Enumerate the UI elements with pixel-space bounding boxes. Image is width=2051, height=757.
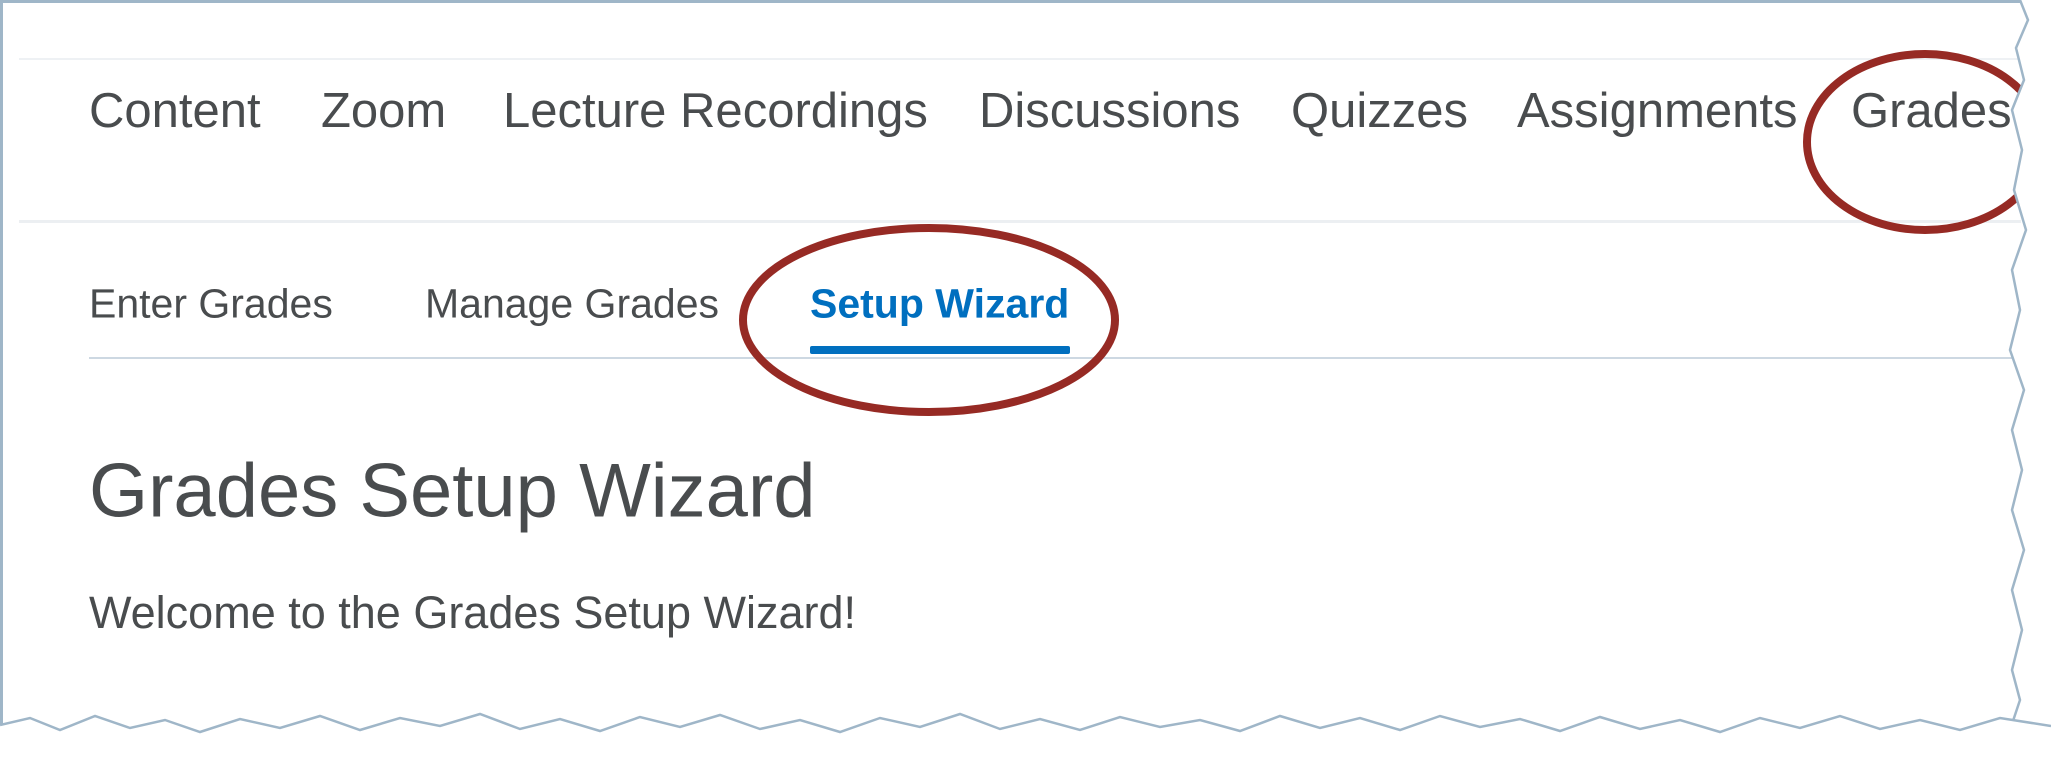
screenshot-frame: Content Zoom Lecture Recordings Discussi… [0,0,2051,757]
active-tab-indicator [810,346,1070,354]
tab-enter-grades[interactable]: Enter Grades [89,281,333,328]
nav-item-content[interactable]: Content [89,83,261,139]
nav-item-lecture-recordings[interactable]: Lecture Recordings [503,83,928,139]
nav-item-zoom[interactable]: Zoom [321,83,446,139]
nav-item-discussions[interactable]: Discussions [979,83,1240,139]
nav-item-grades[interactable]: Grades [1851,83,2012,139]
top-strip [19,6,2021,60]
nav-item-quizzes[interactable]: Quizzes [1291,83,1468,139]
tab-manage-grades[interactable]: Manage Grades [425,281,719,328]
welcome-message: Welcome to the Grades Setup Wizard! [89,587,856,638]
page-title: Grades Setup Wizard [89,448,816,534]
tab-setup-wizard[interactable]: Setup Wizard [810,281,1069,328]
nav-item-assignments[interactable]: Assignments [1517,83,1798,139]
